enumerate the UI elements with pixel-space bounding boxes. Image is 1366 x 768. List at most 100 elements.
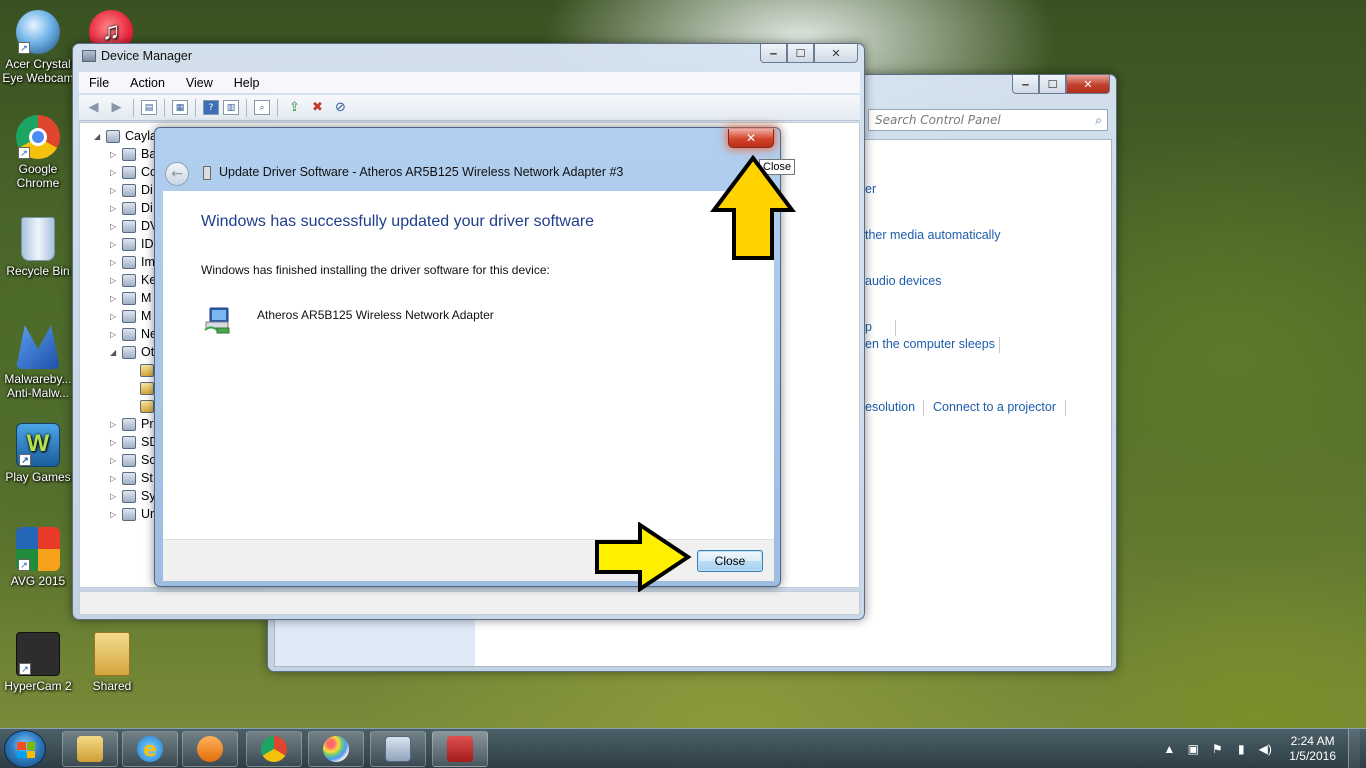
expand-icon[interactable]: ▷ (110, 438, 120, 447)
volume-icon[interactable]: ◀) (1257, 741, 1273, 757)
clock[interactable]: 2:24 AM 1/5/2016 (1289, 734, 1336, 764)
tree-item[interactable]: ▷ M (110, 307, 151, 325)
maximize-button[interactable]: ☐ (1039, 75, 1066, 94)
back-arrow-icon[interactable]: ◀ (84, 98, 103, 117)
menu-file[interactable]: File (79, 76, 120, 90)
minimize-button[interactable]: ‒ (760, 44, 787, 63)
tree-item[interactable]: ◢ Ot (110, 343, 154, 361)
taskbar-media-player[interactable] (182, 731, 238, 767)
menu-help[interactable]: Help (224, 76, 271, 90)
action-center-flag-icon[interactable]: ⚑ (1209, 741, 1225, 757)
expand-icon[interactable]: ▷ (110, 240, 120, 249)
back-button[interactable]: ← (165, 162, 189, 186)
show-hide-tree-icon[interactable]: ▤ (141, 100, 157, 115)
battery-icon[interactable]: ▮ (1233, 741, 1249, 757)
dialog-close-x-button[interactable]: ✕ (728, 129, 774, 148)
tree-root[interactable]: ◢ Cayla (94, 127, 157, 145)
close-button[interactable]: ✕ (814, 44, 858, 63)
link-audio-devices[interactable]: audio devices (865, 274, 941, 288)
help-icon[interactable]: ? (203, 100, 219, 115)
search-placeholder: Search Control Panel (875, 113, 1001, 127)
tree-item[interactable]: ▷ So (110, 451, 156, 469)
desktop-icon-malwarebytes[interactable]: Malwareby... Anti-Malw... (0, 325, 76, 400)
expand-icon[interactable]: ▷ (110, 150, 120, 159)
tree-item[interactable]: ▷ Ne (110, 325, 157, 343)
show-desktop-button[interactable] (1348, 729, 1360, 768)
toolbar-separator (277, 98, 278, 117)
disable-device-icon[interactable]: ⊘ (331, 98, 350, 117)
tree-item[interactable]: ▷ St (110, 469, 153, 487)
taskbar-explorer[interactable] (62, 731, 118, 767)
link-partial-4[interactable]: p (865, 320, 872, 334)
search-input[interactable]: Search Control Panel ⌕ (868, 109, 1108, 131)
show-hidden-icons-icon[interactable]: ▲ (1161, 741, 1177, 757)
expand-icon[interactable]: ▷ (110, 222, 120, 231)
menu-action[interactable]: Action (120, 76, 176, 90)
expand-icon[interactable]: ▷ (110, 420, 120, 429)
toolbar-separator (164, 98, 165, 117)
close-button[interactable]: Close (697, 550, 763, 572)
expand-icon[interactable]: ▷ (110, 204, 120, 213)
scan-hardware-icon[interactable]: ⌕ (254, 100, 270, 115)
desktop-icon-hypercam[interactable]: ↗ HyperCam 2 (0, 632, 76, 693)
minimize-button[interactable]: ‒ (1012, 75, 1039, 94)
tree-item[interactable]: ▷ DV (110, 217, 158, 235)
tree-item[interactable]: ▷ Im (110, 253, 155, 271)
forward-arrow-icon[interactable]: ▶ (107, 98, 126, 117)
tree-item[interactable]: ▷ Co (110, 163, 157, 181)
expand-icon[interactable]: ▷ (110, 492, 120, 501)
link-partial-1[interactable]: er (865, 182, 876, 196)
desktop-icon-recycle-bin[interactable]: Recycle Bin (0, 217, 76, 278)
desktop-icon-chrome[interactable]: ↗ Google Chrome (0, 115, 76, 190)
expand-icon[interactable]: ▷ (110, 510, 120, 519)
link-connect-projector[interactable]: Connect to a projector (933, 400, 1056, 414)
tree-item[interactable]: ▷ Ur (110, 505, 154, 523)
link-resolution[interactable]: esolution (865, 400, 915, 414)
taskbar-control-panel[interactable] (432, 731, 488, 767)
tree-item[interactable]: ▷ Di (110, 199, 153, 217)
close-button[interactable]: ✕ (1066, 75, 1110, 94)
expand-icon[interactable]: ▷ (110, 186, 120, 195)
expand-icon[interactable]: ▷ (110, 294, 120, 303)
finished-message: Windows has finished installing the driv… (201, 263, 550, 277)
menu-view[interactable]: View (176, 76, 224, 90)
desktop-icon-webcam[interactable]: ↗ Acer Crystal Eye Webcam (0, 10, 76, 85)
start-button[interactable] (4, 730, 46, 768)
tree-item[interactable]: ▷ SD (110, 433, 158, 451)
uninstall-icon[interactable]: ✖ (308, 98, 327, 117)
link-sleep[interactable]: en the computer sleeps (865, 337, 995, 351)
desktop-icon-label: HyperCam 2 (4, 679, 72, 693)
maximize-button[interactable]: ☐ (787, 44, 814, 63)
expand-icon[interactable]: ▷ (110, 312, 120, 321)
expand-icon[interactable]: ▷ (110, 456, 120, 465)
paint-icon (323, 736, 349, 762)
tree-item[interactable]: ▷ M (110, 289, 151, 307)
expand-icon[interactable]: ▷ (110, 330, 120, 339)
taskbar-paint[interactable] (308, 731, 364, 767)
annotation-arrow-up (710, 155, 796, 260)
tree-item[interactable]: ▷ Ke (110, 271, 156, 289)
link-autoplay[interactable]: ther media automatically (865, 228, 1000, 242)
tree-item[interactable]: ▷ ID (110, 235, 154, 253)
properties-icon[interactable]: ▦ (172, 100, 188, 115)
taskbar-device-manager[interactable] (370, 731, 426, 767)
desktop-icon-shared[interactable]: Shared (74, 632, 150, 693)
tree-item[interactable]: ▷ Di (110, 181, 153, 199)
taskbar-chrome[interactable] (246, 731, 302, 767)
update-driver-icon[interactable]: ⇪ (285, 98, 304, 117)
expand-icon[interactable]: ▷ (110, 168, 120, 177)
tree-item[interactable]: ▷ Ba (110, 145, 156, 163)
expand-icon[interactable]: ▷ (110, 474, 120, 483)
network-icon[interactable]: ▣ (1185, 741, 1201, 757)
desktop-icon-avg[interactable]: ↗ AVG 2015 (0, 527, 76, 588)
avg-icon: ↗ (16, 527, 60, 571)
expand-icon[interactable]: ▷ (110, 258, 120, 267)
collapse-icon[interactable]: ◢ (110, 348, 120, 357)
list-view-icon[interactable]: ▥ (223, 100, 239, 115)
window-title: Device Manager (101, 49, 193, 63)
expand-icon[interactable]: ▷ (110, 276, 120, 285)
taskbar-ie[interactable]: e (122, 731, 178, 767)
tree-item[interactable]: ▷ Pr (110, 415, 154, 433)
desktop-icon-play-games[interactable]: W ↗ Play Games (0, 423, 76, 484)
tree-item[interactable]: ▷ Sy (110, 487, 156, 505)
